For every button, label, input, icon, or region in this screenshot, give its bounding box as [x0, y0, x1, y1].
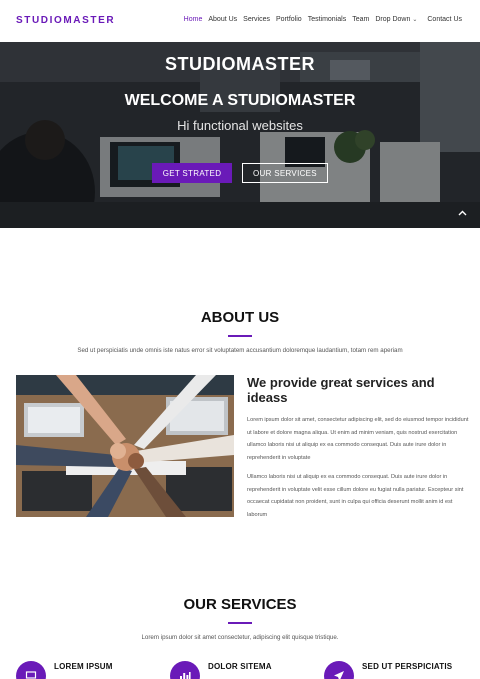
paper-plane-icon: [324, 661, 354, 679]
laptop-icon: [16, 661, 46, 679]
hero-section: STUDIOMASTER WELCOME A STUDIOMASTER Hi f…: [0, 42, 480, 228]
services-divider: [228, 622, 252, 624]
navbar: STUDIOMASTER Home About Us Services Port…: [0, 0, 480, 42]
about-team-image: [16, 375, 234, 517]
our-services-button[interactable]: OUR SERVICES: [242, 163, 328, 183]
nav-item-services[interactable]: Services: [243, 16, 270, 23]
hero-title: STUDIOMASTER: [165, 54, 315, 74]
chevron-up-icon[interactable]: [455, 206, 469, 220]
nav-menu: Home About Us Services Portfolio Testimo…: [184, 16, 462, 23]
about-heading: We provide great services and ideass: [247, 375, 435, 405]
nav-item-drop-down[interactable]: Drop Down ⌄: [375, 16, 417, 23]
nav-item-about-us[interactable]: About Us: [208, 16, 237, 23]
chevron-down-icon: ⌄: [412, 17, 418, 23]
service-title-lorem-ipsum: LOREM IPSUM: [54, 662, 113, 671]
nav-item-portfolio[interactable]: Portfolio: [276, 16, 302, 23]
nav-item-drop-down-label: Drop Down: [375, 16, 411, 23]
hero-subtitle: Hi functional websites: [177, 118, 303, 133]
service-title-dolor-sitema: DOLOR SITEMA: [208, 662, 272, 671]
hero-heading: WELCOME A STUDIOMASTER: [124, 92, 356, 109]
about-paragraph-2: Ullamco laboris nisi ut aliquip ex ea co…: [247, 474, 464, 518]
nav-item-testimonials[interactable]: Testimonials: [308, 16, 347, 23]
services-intro: Lorem ipsum dolor sit amet consectetur, …: [141, 634, 339, 641]
about-title: ABOUT US: [200, 309, 280, 326]
services-title: OUR SERVICES: [183, 596, 297, 613]
about-intro: Sed ut perspiciatis unde omnis iste natu…: [77, 347, 403, 354]
brand-logo[interactable]: STUDIOMASTER: [16, 15, 115, 26]
service-title-sed-ut-perspiciatis: SED UT PERSPICIATIS: [362, 662, 453, 671]
nav-item-contact-us[interactable]: Contact Us: [427, 16, 462, 23]
bar-chart-icon: [170, 661, 200, 679]
about-divider: [228, 335, 252, 337]
about-paragraph-1: Lorem ipsum dolor sit amet, consectetur …: [247, 417, 469, 461]
get-started-button[interactable]: GET STRATED: [152, 163, 232, 183]
nav-item-team[interactable]: Team: [352, 16, 369, 23]
nav-item-home[interactable]: Home: [184, 16, 203, 23]
